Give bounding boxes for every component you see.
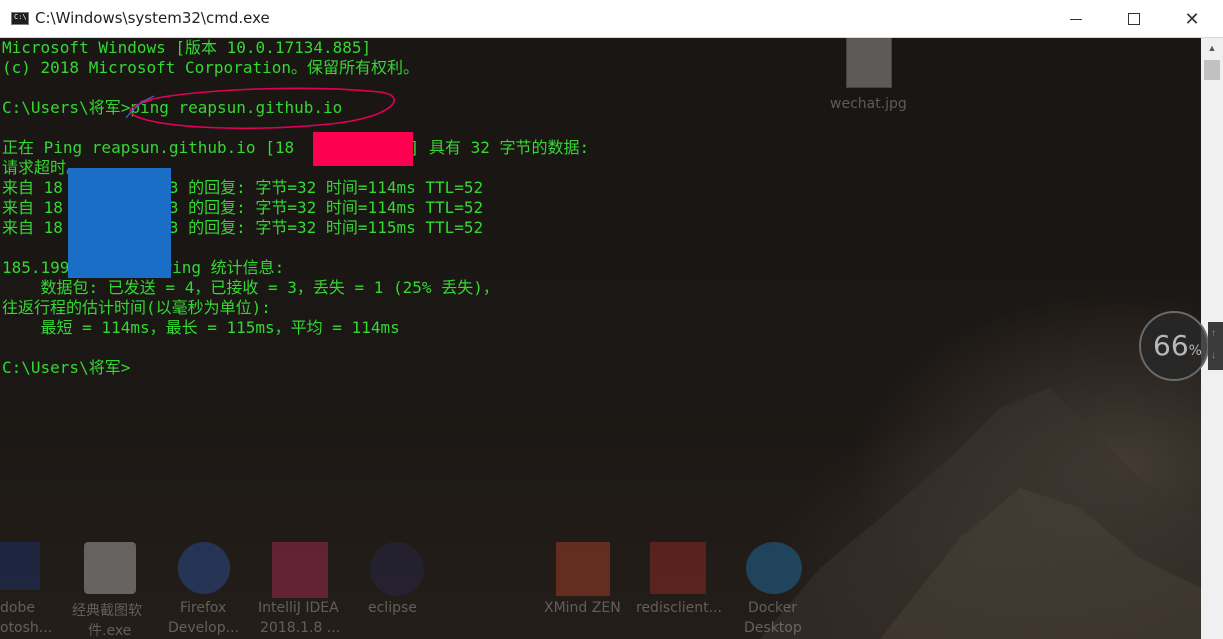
console-line: 数据包: 已发送 = 4，已接收 = 3，丢失 = 1 (25% 丢失)， <box>2 278 499 297</box>
desktop-icon-label: Develop... <box>168 620 239 636</box>
desktop-icon-label: 经典截图软 <box>72 603 142 619</box>
desktop-icon-label: Docker <box>748 600 798 616</box>
console-line: 正在 Ping reapsun.github.io [18 153] 具有 32… <box>2 138 590 157</box>
screenshot-tool-icon <box>84 542 136 594</box>
desktop-icon-label: otosh... <box>0 620 53 636</box>
minimize-button[interactable] <box>1047 0 1105 38</box>
desktop-icon-label: redisclient... <box>636 600 722 616</box>
console-line: (c) 2018 Microsoft Corporation。保留所有权利。 <box>2 58 419 77</box>
docker-icon <box>746 542 802 594</box>
network-gauge-widget[interactable]: 66% <box>1139 311 1209 381</box>
desktop-icon-label: Desktop <box>744 620 802 636</box>
firefox-icon <box>178 542 230 594</box>
scrollbar-thumb[interactable] <box>1204 60 1220 80</box>
desktop-icon-label: IntelliJ IDEA <box>258 600 339 616</box>
close-button[interactable]: ✕ <box>1163 0 1221 38</box>
photoshop-icon <box>0 542 40 590</box>
redaction-box-red <box>313 132 413 166</box>
upload-arrow-icon: ↑ <box>1211 328 1216 339</box>
cmd-app-icon[interactable]: C:\ <box>11 12 29 25</box>
maximize-icon <box>1128 13 1140 25</box>
wechat-file-icon <box>846 38 892 88</box>
redisclient-icon <box>650 542 706 594</box>
minimize-icon <box>1070 18 1082 20</box>
desktop-wallpaper-mountain <box>760 388 1201 639</box>
eclipse-icon <box>370 542 424 596</box>
gauge-value: 66% <box>1153 329 1202 362</box>
window-title: C:\Windows\system32\cmd.exe <box>35 9 270 27</box>
gauge-speed-panel[interactable]: ↑ ↓ <box>1208 322 1223 370</box>
console-line: 往返行程的估计时间(以毫秒为单位): <box>2 298 271 317</box>
console-line: 最短 = 114ms，最长 = 115ms，平均 = 114ms <box>2 318 400 337</box>
redaction-box-blue <box>68 168 171 278</box>
maximize-button[interactable] <box>1105 0 1163 38</box>
title-bar[interactable]: C:\ C:\Windows\system32\cmd.exe ✕ <box>0 0 1223 38</box>
console-line: Microsoft Windows [版本 10.0.17134.885] <box>2 38 372 57</box>
desktop-icon-label: dobe <box>0 600 35 616</box>
close-icon: ✕ <box>1184 8 1200 30</box>
desktop-icon-label: 2018.1.8 ... <box>260 620 341 636</box>
desktop-icon-label: 件.exe <box>88 623 132 639</box>
console-line: C:\Users\将军>ping reapsun.github.io <box>2 98 343 117</box>
desktop-icon-label: XMind ZEN <box>544 600 621 616</box>
console-output[interactable]: wechat.jpg dobe otosh... 经典截图软 件.exe Fir… <box>0 38 1201 639</box>
intellij-icon <box>272 542 328 598</box>
desktop-icon-label: wechat.jpg <box>830 96 907 112</box>
desktop-icon-label: eclipse <box>368 600 417 616</box>
xmind-icon <box>556 542 610 596</box>
console-line: C:\Users\将军> <box>2 358 131 377</box>
download-arrow-icon: ↓ <box>1211 350 1216 361</box>
cmd-window: C:\ C:\Windows\system32\cmd.exe ✕ wechat… <box>0 0 1223 639</box>
desktop-icon-label: Firefox <box>180 600 227 616</box>
scroll-up-icon[interactable]: ▲ <box>1201 38 1223 58</box>
